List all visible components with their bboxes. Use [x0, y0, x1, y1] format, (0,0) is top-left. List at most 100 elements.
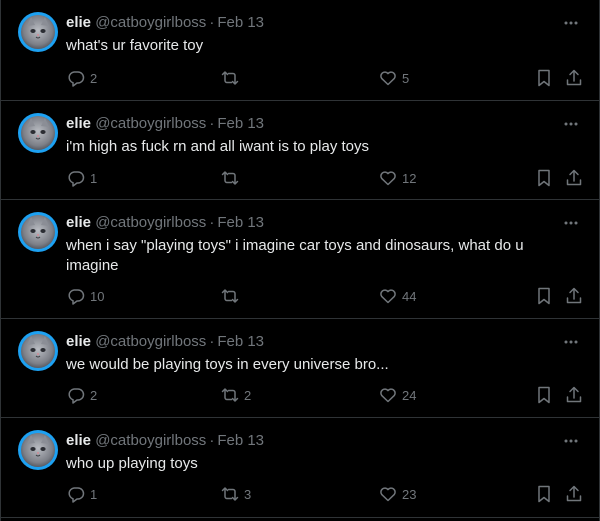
bookmark-icon	[538, 287, 550, 305]
tweet[interactable]: elie @catboygirlboss · Feb 13 i'm high as …	[1, 101, 599, 200]
more-options-button[interactable]	[561, 114, 581, 134]
reply-button[interactable]: 2	[66, 384, 97, 406]
retweet-icon	[221, 487, 239, 501]
like-count: 23	[402, 486, 417, 502]
reply-button[interactable]: 1	[66, 483, 97, 505]
tweet-header: elie @catboygirlboss · Feb 13	[66, 214, 264, 232]
reply-count: 2	[90, 70, 98, 86]
reply-button[interactable]: 1	[66, 167, 97, 189]
retweet-icon	[221, 388, 239, 402]
like-button[interactable]: 12	[378, 167, 416, 189]
heart-icon	[380, 71, 396, 86]
tweet-date[interactable]: Feb 13	[217, 214, 264, 231]
bookmark-button[interactable]	[534, 483, 554, 505]
share-icon	[566, 386, 582, 403]
reply-icon	[68, 487, 85, 503]
display-name[interactable]: elie	[66, 214, 91, 231]
more-options-button[interactable]	[561, 332, 581, 352]
more-horizontal-icon	[564, 21, 578, 25]
retweet-button[interactable]	[220, 67, 244, 89]
reply-button[interactable]: 2	[66, 67, 97, 89]
reply-count: 10	[90, 288, 105, 304]
bookmark-icon	[538, 386, 550, 404]
tweet[interactable]: elie @catboygirlboss · Feb 13 who up playi…	[1, 418, 599, 518]
tweet-date[interactable]: Feb 13	[217, 333, 264, 350]
bookmark-button[interactable]	[534, 67, 554, 89]
tweet-actions: 1 12	[1, 167, 600, 189]
tweet-actions: 2 5	[1, 67, 600, 89]
retweet-count: 3	[244, 486, 252, 502]
timeline-feed: elie @catboygirlboss · Feb 13 what's ur fa…	[0, 0, 600, 521]
avatar[interactable]	[18, 12, 58, 52]
reply-button[interactable]: 10	[66, 285, 104, 307]
more-options-button[interactable]	[561, 13, 581, 33]
share-button[interactable]	[564, 285, 584, 307]
display-name[interactable]: elie	[66, 432, 91, 449]
user-handle[interactable]: @catboygirlboss	[95, 115, 206, 132]
more-options-button[interactable]	[561, 213, 581, 233]
header-separator: ·	[209, 14, 215, 31]
like-count: 24	[402, 387, 417, 403]
tweet-date[interactable]: Feb 13	[217, 115, 264, 132]
bookmark-button[interactable]	[534, 167, 554, 189]
tweet-date[interactable]: Feb 13	[217, 14, 264, 31]
tweet-text: who up playing toys	[66, 455, 198, 472]
share-button[interactable]	[564, 167, 584, 189]
heart-icon	[380, 289, 396, 304]
display-name[interactable]: elie	[66, 333, 91, 350]
tweet[interactable]: elie @catboygirlboss · Feb 13 we would be …	[1, 319, 599, 418]
tweet-date[interactable]: Feb 13	[217, 432, 264, 449]
user-handle[interactable]: @catboygirlboss	[95, 14, 206, 31]
share-icon	[566, 69, 582, 86]
more-options-button[interactable]	[561, 431, 581, 451]
more-horizontal-icon	[564, 439, 578, 443]
like-count: 44	[402, 288, 417, 304]
display-name[interactable]: elie	[66, 115, 91, 132]
like-count: 12	[402, 170, 417, 186]
like-button[interactable]: 5	[378, 67, 409, 89]
like-button[interactable]: 23	[378, 483, 416, 505]
user-handle[interactable]: @catboygirlboss	[95, 214, 206, 231]
retweet-button[interactable]: 3	[220, 483, 251, 505]
bookmark-icon	[538, 485, 550, 503]
tweet-header: elie @catboygirlboss · Feb 13	[66, 115, 264, 133]
reply-count: 1	[90, 170, 98, 186]
bookmark-icon	[538, 169, 550, 187]
like-count: 5	[402, 70, 410, 86]
tweet-actions: 1 3 23	[1, 483, 600, 505]
header-separator: ·	[209, 214, 215, 231]
tweet-header: elie @catboygirlboss · Feb 13	[66, 333, 264, 351]
display-name[interactable]: elie	[66, 14, 91, 31]
user-handle[interactable]: @catboygirlboss	[95, 333, 206, 350]
header-separator: ·	[209, 432, 215, 449]
tweet[interactable]: elie @catboygirlboss · Feb 13 what's ur fa…	[1, 0, 599, 101]
bookmark-button[interactable]	[534, 384, 554, 406]
retweet-icon	[221, 171, 239, 185]
tweet-text: when i say "playing toys" i imagine car …	[66, 237, 524, 274]
reply-count: 1	[90, 486, 98, 502]
heart-icon	[380, 388, 396, 403]
bookmark-button[interactable]	[534, 285, 554, 307]
reply-icon	[68, 171, 85, 187]
retweet-button[interactable]	[220, 167, 244, 189]
tweet[interactable]: elie @catboygirlboss · Feb 13 when i say "…	[1, 200, 599, 319]
like-button[interactable]: 44	[378, 285, 416, 307]
tweet-text: i'm high as fuck rn and all iwant is to …	[66, 138, 370, 155]
avatar[interactable]	[18, 331, 58, 371]
retweet-button[interactable]	[220, 285, 244, 307]
share-button[interactable]	[564, 483, 584, 505]
share-button[interactable]	[564, 384, 584, 406]
avatar[interactable]	[18, 430, 58, 470]
header-separator: ·	[209, 333, 215, 350]
reply-icon	[68, 71, 85, 87]
avatar[interactable]	[18, 212, 58, 252]
avatar[interactable]	[18, 113, 58, 153]
share-icon	[566, 287, 582, 304]
header-separator: ·	[209, 115, 215, 132]
tweet-text: what's ur favorite toy	[66, 37, 204, 54]
share-button[interactable]	[564, 67, 584, 89]
user-handle[interactable]: @catboygirlboss	[95, 432, 206, 449]
share-icon	[566, 169, 582, 186]
like-button[interactable]: 24	[378, 384, 416, 406]
retweet-button[interactable]: 2	[220, 384, 251, 406]
